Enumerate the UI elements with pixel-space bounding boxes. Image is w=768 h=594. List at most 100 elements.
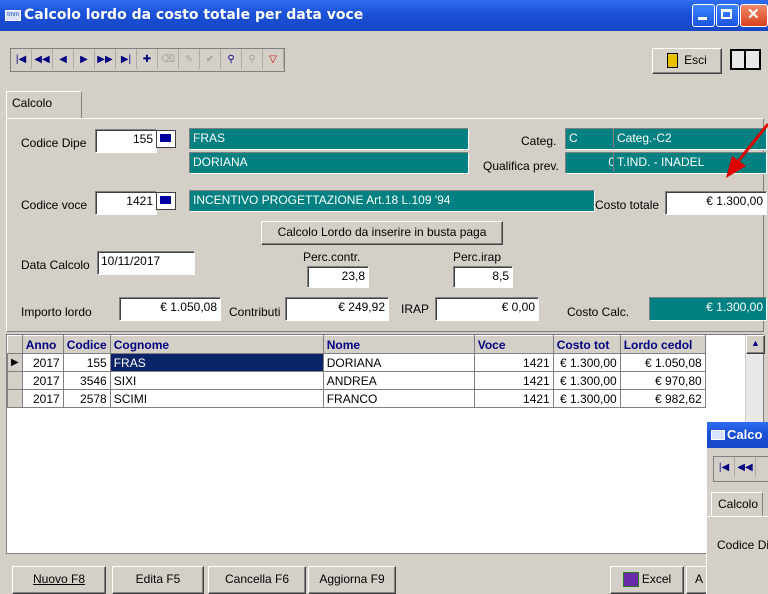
cell-voce[interactable]: 1421 <box>473 389 554 408</box>
cell-nome[interactable]: ANDREA <box>322 371 475 390</box>
aggiorna-button[interactable]: Aggiorna F9 <box>308 566 396 594</box>
toolbar: |◀ ◀◀ ◀ ▶ ▶▶ ▶| ✚ ⌫ ✎ ✔ ⚲ ⚲ ▽ Esci <box>6 33 768 74</box>
next-page-icon[interactable]: ▶▶ <box>95 49 116 69</box>
cell-lordo-cedol[interactable]: € 1.050,08 <box>619 353 706 372</box>
close-button[interactable]: ✕ <box>740 4 768 27</box>
table-row[interactable]: 2017 2578 SCIMI FRANCO 1421 € 1.300,00 €… <box>7 389 706 408</box>
calcolo-lordo-button[interactable]: Calcolo Lordo da inserire in busta paga <box>261 221 503 245</box>
col-header-lordo-cedol[interactable]: Lordo cedol <box>619 335 706 354</box>
col-header-codice[interactable]: Codice <box>62 335 111 354</box>
irap-label: IRAP <box>401 302 430 316</box>
cancella-button[interactable]: Cancella F6 <box>208 566 306 594</box>
lookup-employee-button[interactable] <box>153 127 179 151</box>
table-row[interactable]: 2017 3546 SIXI ANDREA 1421 € 1.300,00 € … <box>7 371 706 390</box>
col-header-anno[interactable]: Anno <box>21 335 64 354</box>
secondary-window[interactable]: Calco |◀ ◀◀ Calcolo Codice Di <box>706 422 768 594</box>
scroll-up-icon[interactable]: ▲ <box>746 335 765 354</box>
search-clear-icon[interactable]: ⚲ <box>242 49 263 69</box>
search-icon[interactable]: ⚲ <box>221 49 242 69</box>
cell-codice[interactable]: 155 <box>62 353 111 372</box>
window-title: Calcolo lordo da costo totale per data v… <box>24 7 364 23</box>
exit-button[interactable]: Esci <box>652 48 722 74</box>
calc-panel: Codice Dipe 155 FRAS Categ. C Categ.-C2 … <box>6 118 767 332</box>
codice-voce-field[interactable]: 1421 <box>95 191 157 215</box>
col-header-costo-tot[interactable]: Costo tot <box>552 335 621 354</box>
minimize-button[interactable] <box>692 4 715 27</box>
filter-icon[interactable]: ▽ <box>263 49 284 69</box>
cell-codice[interactable]: 3546 <box>62 371 111 390</box>
secondary-window-title: Calco <box>727 427 763 442</box>
first-record-icon[interactable]: |◀ <box>11 49 32 69</box>
contributi-label: Contributi <box>229 305 281 319</box>
codice-dipe-label: Codice Dipe <box>21 136 87 150</box>
first-record-icon[interactable]: |◀ <box>714 457 735 477</box>
data-calcolo-field[interactable]: 10/11/2017 <box>97 251 195 275</box>
row-indicator <box>7 389 23 408</box>
edit-record-icon[interactable]: ✎ <box>179 49 200 69</box>
col-header-voce[interactable]: Voce <box>473 335 554 354</box>
cell-nome[interactable]: FRANCO <box>322 389 475 408</box>
qualifica-code-field: 0 <box>565 152 619 174</box>
table-row[interactable]: ▶ 2017 155 FRAS DORIANA 1421 € 1.300,00 … <box>7 353 706 372</box>
insert-record-icon[interactable]: ✚ <box>137 49 158 69</box>
irap-field[interactable]: € 0,00 <box>435 297 539 321</box>
excel-button[interactable]: Excel <box>610 566 684 594</box>
app-icon <box>711 430 725 440</box>
contributi-field[interactable]: € 249,92 <box>285 297 389 321</box>
cell-lordo-cedol[interactable]: € 970,80 <box>619 371 706 390</box>
cell-voce[interactable]: 1421 <box>473 353 554 372</box>
importo-lordo-field[interactable]: € 1.050,08 <box>119 297 221 321</box>
cell-anno[interactable]: 2017 <box>21 389 64 408</box>
book-icon[interactable] <box>728 45 762 71</box>
cell-anno[interactable]: 2017 <box>21 353 64 372</box>
close-icon: ✕ <box>747 6 760 23</box>
results-grid[interactable]: Anno Codice Cognome Nome Voce Costo tot … <box>6 334 765 554</box>
results-table: Anno Codice Cognome Nome Voce Costo tot … <box>7 335 706 408</box>
perc-contr-field[interactable]: 23,8 <box>307 266 369 288</box>
next-record-icon[interactable]: ▶ <box>74 49 95 69</box>
cell-codice[interactable]: 2578 <box>62 389 111 408</box>
maximize-button[interactable] <box>716 4 739 27</box>
excel-button-label: Excel <box>641 572 672 586</box>
col-header-nome[interactable]: Nome <box>322 335 475 354</box>
prior-record-icon[interactable]: ◀ <box>53 49 74 69</box>
cell-cognome[interactable]: FRAS <box>109 353 324 372</box>
codice-dipe-field[interactable]: 155 <box>95 129 157 153</box>
maximize-icon <box>721 9 732 19</box>
secondary-toolbar: |◀ ◀◀ <box>713 456 768 482</box>
delete-record-icon[interactable]: ⌫ <box>158 49 179 69</box>
title-bar: tmm Calcolo lordo da costo totale per da… <box>0 0 768 31</box>
perc-irap-field[interactable]: 8,5 <box>453 266 513 288</box>
last-record-icon[interactable]: ▶| <box>116 49 137 69</box>
cell-voce[interactable]: 1421 <box>473 371 554 390</box>
cell-costo-tot[interactable]: € 1.300,00 <box>552 353 621 372</box>
cell-nome[interactable]: DORIANA <box>322 353 475 372</box>
prior-page-icon[interactable]: ◀◀ <box>735 457 756 477</box>
cell-lordo-cedol[interactable]: € 982,62 <box>619 389 706 408</box>
edita-button[interactable]: Edita F5 <box>112 566 204 594</box>
costo-totale-label: Costo totale <box>595 198 660 212</box>
cognome-field: FRAS <box>189 128 469 150</box>
cell-anno[interactable]: 2017 <box>21 371 64 390</box>
perc-irap-label: Perc.irap <box>453 250 502 264</box>
importo-lordo-label: Importo lordo <box>21 305 92 319</box>
secondary-codice-label: Codice Di <box>717 538 768 552</box>
costo-totale-field[interactable]: € 1.300,00 <box>665 191 767 215</box>
tab-calcolo[interactable]: Calcolo <box>6 91 82 119</box>
col-header-cognome[interactable]: Cognome <box>109 335 324 354</box>
cell-costo-tot[interactable]: € 1.300,00 <box>552 371 621 390</box>
door-icon <box>667 53 679 69</box>
data-calcolo-label: Data Calcolo <box>21 258 90 272</box>
secondary-tab-label: Calcolo <box>718 497 759 511</box>
secondary-tab-calcolo[interactable]: Calcolo <box>711 492 763 516</box>
categ-label: Categ. <box>521 134 557 148</box>
categ-code-field: C <box>565 128 619 150</box>
prior-page-icon[interactable]: ◀◀ <box>32 49 53 69</box>
cell-costo-tot[interactable]: € 1.300,00 <box>552 389 621 408</box>
cell-cognome[interactable]: SCIMI <box>109 389 324 408</box>
cell-cognome[interactable]: SIXI <box>109 371 324 390</box>
nuovo-button[interactable]: Nuovo F8 <box>12 566 106 594</box>
row-indicator <box>7 371 23 390</box>
lookup-voce-button[interactable] <box>153 189 179 213</box>
post-record-icon[interactable]: ✔ <box>200 49 221 69</box>
